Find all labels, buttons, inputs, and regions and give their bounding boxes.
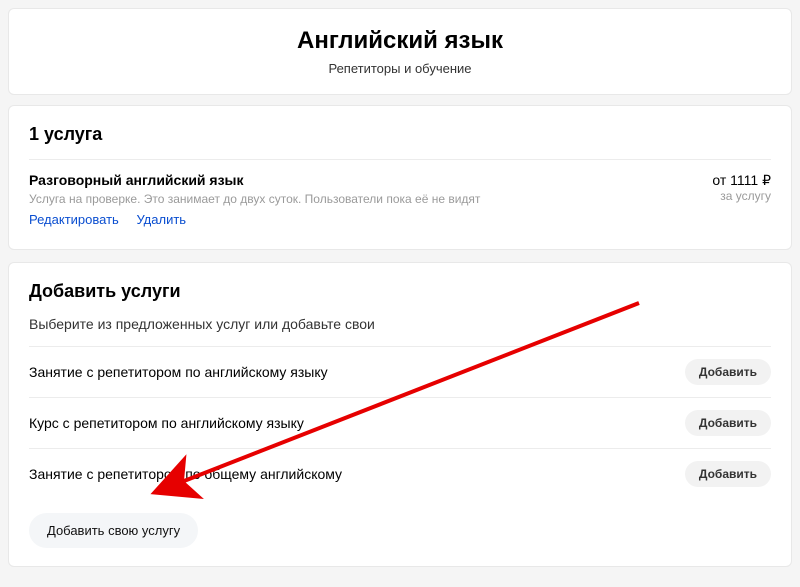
add-suggestion-button[interactable]: Добавить <box>685 410 771 436</box>
add-suggestion-button[interactable]: Добавить <box>685 461 771 487</box>
add-suggestion-button[interactable]: Добавить <box>685 359 771 385</box>
services-count-title: 1 услуга <box>29 124 771 145</box>
service-status: Услуга на проверке. Это занимает до двух… <box>29 192 671 206</box>
suggestion-row: Курс с репетитором по английскому языку … <box>29 397 771 448</box>
suggestion-row: Занятие с репетитором по английскому язы… <box>29 346 771 397</box>
add-services-card: Добавить услуги Выберите из предложенных… <box>8 262 792 567</box>
service-price-unit: за услугу <box>671 189 771 203</box>
suggestion-label: Занятие с репетитором по общему английск… <box>29 466 342 482</box>
suggestion-label: Курс с репетитором по английскому языку <box>29 415 304 431</box>
services-card: 1 услуга Разговорный английский язык Усл… <box>8 105 792 250</box>
service-row: Разговорный английский язык Услуга на пр… <box>29 159 771 231</box>
suggestion-label: Занятие с репетитором по английскому язы… <box>29 364 328 380</box>
add-services-title: Добавить услуги <box>29 281 771 302</box>
edit-link[interactable]: Редактировать <box>29 212 119 227</box>
suggestion-row: Занятие с репетитором по общему английск… <box>29 448 771 499</box>
service-price: от 1111 ₽ <box>671 172 771 189</box>
page-subtitle: Репетиторы и обучение <box>9 61 791 76</box>
service-name: Разговорный английский язык <box>29 172 671 188</box>
add-services-description: Выберите из предложенных услуг или добав… <box>29 316 771 332</box>
page-header: Английский язык Репетиторы и обучение <box>8 8 792 95</box>
page-title: Английский язык <box>9 27 791 55</box>
delete-link[interactable]: Удалить <box>136 212 186 227</box>
add-custom-service-button[interactable]: Добавить свою услугу <box>29 513 198 548</box>
